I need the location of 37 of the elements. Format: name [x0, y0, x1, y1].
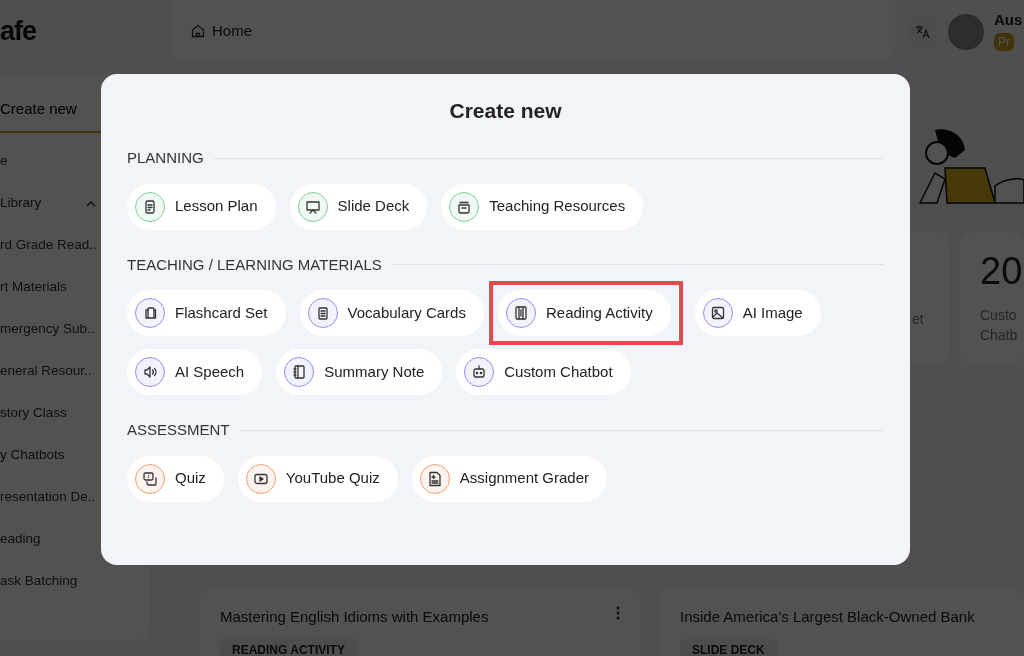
option-button[interactable]: Teaching Resources [441, 183, 644, 230]
option-button[interactable]: Custom Chatbot [456, 349, 631, 396]
modal-title: Create new [448, 98, 563, 124]
sidebar-item[interactable]: y Chatbots [0, 445, 65, 466]
sidebar-item[interactable]: resentation De.. [0, 487, 96, 508]
option-button[interactable]: YouTube Quiz [237, 455, 398, 502]
card-title: Inside America's Largest Black-Owned Bank [680, 607, 975, 627]
option-button[interactable]: Assignment Grader [411, 455, 608, 502]
option-button[interactable]: Vocabulary Cards [299, 290, 484, 337]
type-tag: READING ACTIVITY [220, 638, 357, 656]
section-heading: ASSESSMENT [127, 420, 230, 441]
sidebar-item[interactable]: rd Grade Read.. [0, 235, 97, 256]
card-title: Mastering English Idioms with Examples [220, 607, 489, 627]
option-button[interactable]: Slide Deck [289, 183, 428, 230]
type-tag: SLIDE DECK [680, 638, 777, 656]
sidebar-item[interactable]: eading [0, 529, 41, 550]
option-button[interactable]: Summary Note [276, 349, 443, 396]
option-button[interactable]: Lesson Plan [127, 183, 276, 230]
option-button[interactable]: AI Speech [127, 349, 263, 396]
user-name: Aus [994, 12, 1023, 29]
section-heading: TEACHING / LEARNING MATERIALS [127, 254, 382, 275]
sidebar-item[interactable]: ask Batching [0, 571, 78, 592]
sidebar-item[interactable]: Library [0, 193, 42, 214]
sidebar-item[interactable]: mergency Sub.. [0, 319, 95, 340]
sidebar-item[interactable]: story Class [0, 403, 67, 424]
section-heading: PLANNING [127, 148, 204, 169]
option-button[interactable]: Quiz [127, 455, 224, 502]
option-button[interactable]: Flashcard Set [127, 290, 286, 337]
stat-value: 20 [980, 252, 1024, 290]
sidebar-item[interactable]: rt Materials [0, 277, 67, 298]
sidebar-item[interactable]: eneral Resour.. [0, 361, 92, 382]
logo[interactable]: afe [0, 0, 150, 62]
option-button[interactable]: Reading Activity [497, 290, 671, 337]
breadcrumb-link[interactable]: Home [212, 19, 252, 43]
plan-badge: Pr [994, 32, 1014, 51]
sidebar-item[interactable]: e [0, 151, 8, 172]
option-button[interactable]: AI Image [694, 290, 821, 337]
